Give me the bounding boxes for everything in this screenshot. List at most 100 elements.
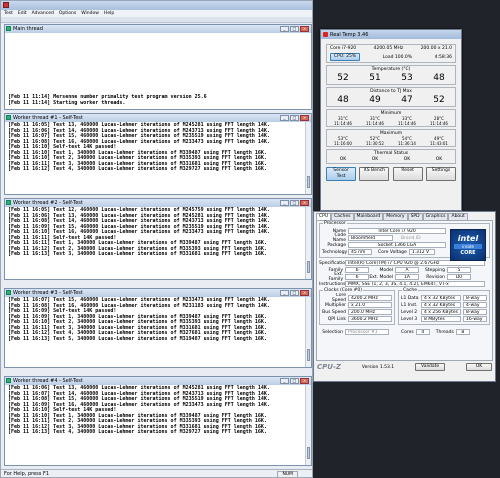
tab-about[interactable]: About [448,213,468,220]
scroll-thumb[interactable] [307,349,310,361]
mdi-titlebar[interactable]: Main thread _ □ × [5,25,311,33]
field-label: Instructions [319,281,346,287]
cpuz-window[interactable]: CPU Caches Mainboard Memory SPD Graphics… [313,211,496,382]
scroll-thumb[interactable] [307,261,310,273]
minimum-group: Minimum 31°C 31°C 33°C 28°C 11:14:46 11:… [326,109,456,127]
field-label: Revision [426,274,445,280]
field-label: Stepping [424,267,445,273]
minimize-button[interactable]: _ [280,378,289,384]
menu-bar: Test Edit Advanced Options Window Help [1,10,312,17]
tab-cpu[interactable]: CPU [316,213,332,220]
vertical-scrollbar[interactable] [305,122,311,194]
minimize-button[interactable]: _ [280,290,289,296]
minimize-button[interactable]: _ [280,26,289,32]
max-time: 11:43:01 [430,141,448,146]
field-label: Specification [319,260,348,266]
log-line: [Feb 11 16:12] Test 4, 340000 Lucas-Lehm… [8,166,267,172]
tab-graphics[interactable]: Graphics [422,213,449,220]
menu-options[interactable]: Options [59,11,76,16]
thermal-status: OK [403,157,411,162]
tab-mainboard[interactable]: Mainboard [353,213,384,220]
cpu-package: Socket 1366 LGA [348,242,446,248]
menu-advanced[interactable]: Advanced [32,11,54,16]
realtemp-titlebar[interactable]: Real Temp 3.46 [321,30,461,39]
minimize-button[interactable]: _ [280,115,289,121]
vertical-scrollbar[interactable] [305,207,311,279]
tab-memory[interactable]: Memory [383,213,408,220]
thermal-status: OK [339,157,347,162]
xs-bench-button[interactable]: XS Bench [359,167,390,181]
mdi-title: Worker thread #2 - Self-Test [13,200,83,206]
cache-group: Cache L1 Data 4 x 32 KBytes 8-way L1 Inst.… [398,288,490,325]
max-time: 11:16:00 [334,141,352,146]
core-speed: 4200.2 MHz [348,295,392,301]
settings-button[interactable]: Settings [425,167,456,181]
maximize-button[interactable]: □ [290,200,299,206]
minimize-button[interactable]: _ [280,200,289,206]
close-button[interactable]: × [300,378,309,384]
close-button[interactable]: × [300,200,309,206]
maximum-group: Maximum 53°C 52°C 54°C 49°C 11:16:00 11:… [326,129,456,147]
close-button[interactable]: × [300,26,309,32]
worker-thread-3-window[interactable]: Worker thread #3 - Self-Test _ □ × [Feb … [4,288,312,368]
vertical-scrollbar[interactable] [305,385,311,465]
field-label: Selection [322,329,343,335]
realtemp-buttons: Sensor Test XS Bench Reset Settings [326,167,456,181]
cpu-family: 6 [345,267,369,273]
menu-edit[interactable]: Edit [18,11,27,16]
worker-thread-2-window[interactable]: Worker thread #2 - Self-Test _ □ × [Feb … [4,198,312,280]
cache-assoc: 8-way [463,295,487,301]
cpu-tab-panel: Processor Name Intel Core i7 920 Code Nam… [316,220,493,361]
main-thread-window[interactable]: Main thread _ □ × [Feb 11 11:14] Mersenn… [4,24,312,110]
vertical-scrollbar[interactable] [305,297,311,367]
scroll-thumb[interactable] [307,447,310,459]
field-label: Technology [322,249,348,255]
ok-button[interactable]: OK [466,363,492,371]
cpu-model: A [395,267,419,273]
prime95-app-icon [3,2,9,8]
menu-test[interactable]: Test [4,11,13,16]
worker-thread-1-window[interactable]: Worker thread #1 - Self-Test _ □ × [Feb … [4,113,312,195]
tab-caches[interactable]: Caches [331,213,354,220]
processor-select[interactable]: Processor #1 [345,329,389,335]
close-button[interactable]: × [300,290,309,296]
maximize-button[interactable]: □ [290,290,299,296]
field-label: Package [327,242,346,248]
menu-help[interactable]: Help [104,11,114,16]
field-label: QPI Link [327,316,346,322]
cache-assoc: 4-way [463,302,487,308]
validate-button[interactable]: Validate [415,363,446,371]
worker-thread-4-window[interactable]: Worker thread #4 - Self-Test _ □ × [Feb … [4,376,312,466]
core-temp: 48 [433,73,445,83]
min-time: 11:14:46 [398,121,416,126]
maximize-button[interactable]: □ [290,26,299,32]
menu-window[interactable]: Window [81,11,99,16]
temperature-group: Temperature (°C) 52 51 53 48 [326,65,456,85]
window-controls: _ □ × [280,378,309,384]
cpu-codename: Bloomfield [348,235,393,241]
realtemp-title: Real Temp 3.46 [330,31,369,38]
cpu-load-button[interactable]: CPU: 25% [330,53,361,61]
elapsed-time: 4:58:36 [434,54,452,60]
cpuz-version: Version 1.53.1 [361,364,395,370]
scroll-thumb[interactable] [307,176,310,188]
cpu-ext-model: 1A [395,274,419,280]
cache-assoc: 8-way [463,309,487,315]
mdi-titlebar[interactable]: Worker thread #1 - Self-Test _ □ × [5,114,311,122]
window-controls: _ □ × [280,290,309,296]
cache-label: L1 Data [401,295,419,301]
reset-button[interactable]: Reset [392,167,423,181]
min-time: 11:14:46 [430,121,448,126]
tab-spd[interactable]: SPD [407,213,423,220]
field-label: Core Voltage [378,249,407,255]
close-button[interactable]: × [300,115,309,121]
mdi-titlebar[interactable]: Worker thread #3 - Self-Test _ □ × [5,289,311,297]
maximize-button[interactable]: □ [290,378,299,384]
core-temp: 51 [369,73,381,83]
log-line: [Feb 11 16:13] Test 4, 340000 Lucas-Lehm… [8,429,267,435]
sensor-test-button[interactable]: Sensor Test [326,167,356,181]
mdi-titlebar[interactable]: Worker thread #4 - Self-Test _ □ × [5,377,311,385]
realtemp-window[interactable]: Real Temp 3.46 Core i7-920 4200.05 MHz 2… [320,29,462,211]
mdi-titlebar[interactable]: Worker thread #2 - Self-Test _ □ × [5,199,311,207]
maximize-button[interactable]: □ [290,115,299,121]
